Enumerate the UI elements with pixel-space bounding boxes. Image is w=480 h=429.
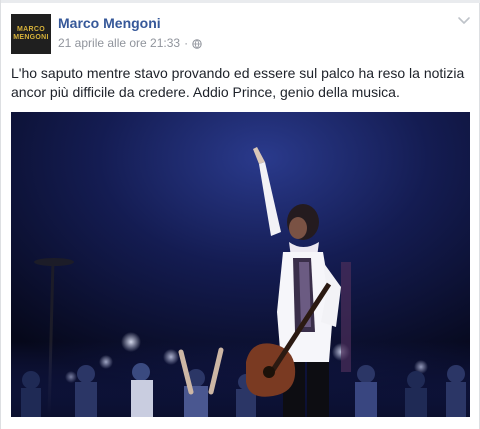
post-card: MARCO MENGONI Marco Mengoni 21 aprile al… bbox=[0, 0, 480, 429]
post-meta: 21 aprile alle ore 21:33 · bbox=[58, 36, 202, 51]
post-text: L'ho saputo mentre stavo provando ed ess… bbox=[11, 65, 465, 100]
avatar[interactable]: MARCO MENGONI bbox=[11, 14, 51, 54]
crowd bbox=[11, 342, 470, 417]
meta-separator: · bbox=[184, 36, 189, 50]
chevron-down-icon[interactable] bbox=[457, 15, 471, 27]
globe-icon[interactable] bbox=[192, 38, 202, 49]
avatar-text-line1: MARCO bbox=[17, 26, 45, 33]
post-timestamp[interactable]: 21 aprile alle ore 21:33 bbox=[58, 36, 180, 51]
top-divider bbox=[1, 0, 480, 3]
post-photo[interactable] bbox=[11, 112, 470, 417]
stage-prop bbox=[341, 262, 351, 372]
avatar-text-line2: MENGONI bbox=[13, 34, 49, 41]
author-name-link[interactable]: Marco Mengoni bbox=[58, 15, 161, 32]
concert-photo-illustration bbox=[11, 112, 470, 417]
